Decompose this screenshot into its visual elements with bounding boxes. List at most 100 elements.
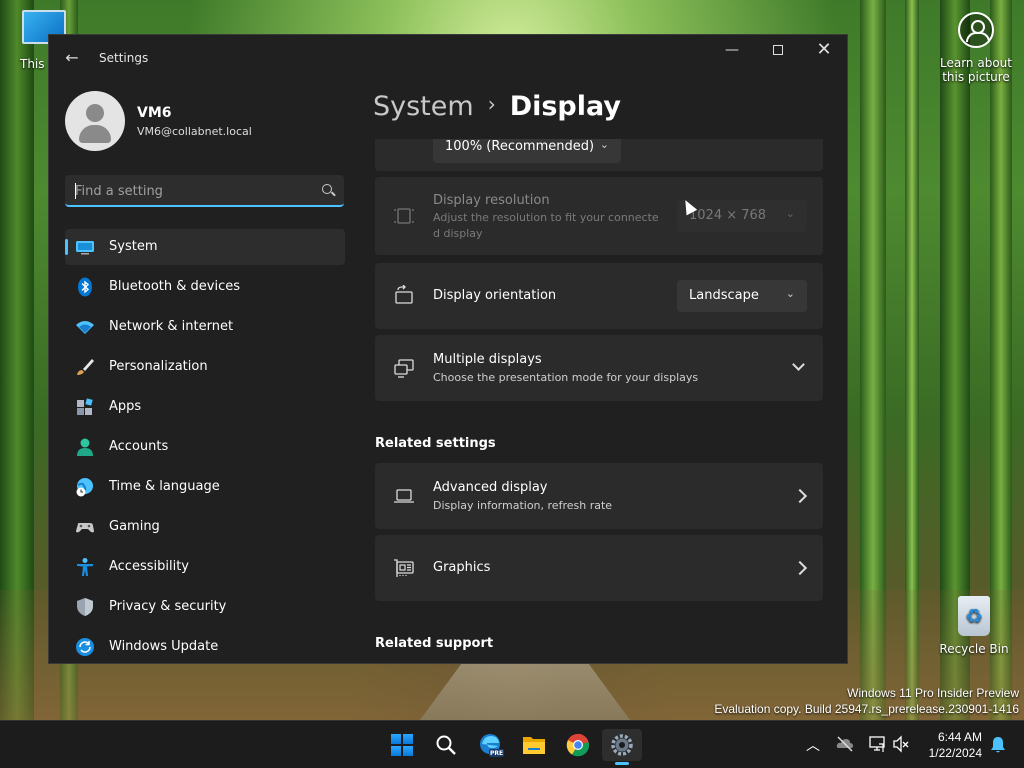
learn-about-picture-icon[interactable]: Learn about this picture <box>936 12 1016 84</box>
show-hidden-icons-chevron-up-icon[interactable]: ︿ <box>806 735 820 755</box>
sidebar-item-time-language[interactable]: Time & language <box>65 469 345 505</box>
graphics-card[interactable]: Graphics <box>375 535 823 601</box>
settings-icon <box>611 734 633 756</box>
multiple-displays-subtitle: Choose the presentation mode for your di… <box>433 371 699 384</box>
shield-icon <box>77 598 93 616</box>
advanced-display-title: Advanced display <box>433 480 548 495</box>
search-box[interactable] <box>65 175 344 207</box>
graphics-card-icon <box>394 559 414 577</box>
chevron-right-icon <box>792 560 808 576</box>
chevron-down-icon: ⌄ <box>785 287 795 300</box>
advanced-display-subtitle: Display information, refresh rate <box>433 499 613 512</box>
search-input[interactable] <box>75 181 305 201</box>
evaluation-watermark: Windows 11 Pro Insider Preview Evaluatio… <box>714 685 1019 717</box>
avatar <box>65 91 125 151</box>
sidebar-item-windows-update[interactable]: Windows Update <box>65 629 345 663</box>
apps-icon <box>77 398 93 415</box>
volume-muted-icon[interactable] <box>892 735 910 753</box>
back-button[interactable]: ← <box>59 47 85 69</box>
chrome-button[interactable] <box>558 729 598 761</box>
onedrive-offline-icon[interactable] <box>836 735 854 753</box>
close-button[interactable]: ✕ <box>801 35 847 67</box>
sidebar-item-label: Time & language <box>109 479 220 494</box>
orientation-icon <box>395 285 413 304</box>
sidebar-item-accounts[interactable]: Accounts <box>65 429 345 465</box>
edge-beta-button[interactable]: PRE <box>470 729 510 761</box>
sidebar-item-bluetooth[interactable]: Bluetooth & devices <box>65 269 345 305</box>
update-icon <box>76 638 94 656</box>
wifi-icon <box>76 321 94 334</box>
search-icon <box>436 735 456 755</box>
breadcrumb-separator: › <box>487 92 496 116</box>
file-explorer-button[interactable] <box>514 729 554 761</box>
sidebar-item-accessibility[interactable]: Accessibility <box>65 549 345 585</box>
sidebar-item-label: Gaming <box>109 519 160 534</box>
app-title: Settings <box>99 51 149 65</box>
sidebar-item-gaming[interactable]: Gaming <box>65 509 345 545</box>
breadcrumb-parent[interactable]: System <box>373 91 474 122</box>
related-settings-heading: Related settings <box>375 436 496 451</box>
maximize-icon <box>773 45 783 55</box>
display-orientation-card: Display orientation Landscape ⌄ <box>375 263 823 329</box>
clock-date: 1/22/2024 <box>928 746 982 760</box>
monitor-icon <box>76 241 94 255</box>
display-orientation-title: Display orientation <box>433 288 557 303</box>
start-button[interactable] <box>382 729 422 761</box>
bluetooth-icon <box>78 277 92 297</box>
chevron-right-icon <box>792 488 808 504</box>
maximize-button[interactable] <box>755 35 801 67</box>
sidebar-item-label: Accessibility <box>109 559 189 574</box>
notification-bell-icon[interactable] <box>990 736 1006 754</box>
display-resolution-card: Display resolution Adjust the resolution… <box>375 177 823 255</box>
breadcrumb: System › Display <box>373 91 621 122</box>
resolution-dropdown[interactable]: 1024 × 768 ⌄ <box>677 200 807 232</box>
multiple-displays-card[interactable]: Multiple displays Choose the presentatio… <box>375 335 823 401</box>
sidebar-item-network[interactable]: Network & internet <box>65 309 345 345</box>
settings-taskbar-button[interactable] <box>602 729 642 765</box>
clock[interactable]: 6:44 AM 1/22/2024 <box>929 729 982 761</box>
globe-clock-icon <box>76 478 93 497</box>
text-caret <box>75 183 76 199</box>
orientation-value: Landscape <box>689 288 759 303</box>
taskbar-search-button[interactable] <box>426 729 466 761</box>
watermark-line-2: Evaluation copy. Build 25947.rs_prerelea… <box>714 702 1019 716</box>
scale-dropdown[interactable]: 100% (Recommended) ⌄ <box>433 139 621 163</box>
page-title: Display <box>509 91 621 122</box>
sidebar-item-label: Privacy & security <box>109 599 227 614</box>
display-resolution-title: Display resolution <box>433 193 550 208</box>
sidebar-item-label: Accounts <box>109 439 169 454</box>
person-icon <box>77 438 93 456</box>
accessibility-icon <box>77 558 93 576</box>
multiple-displays-title: Multiple displays <box>433 352 542 367</box>
file-explorer-icon <box>523 737 545 754</box>
camera-person-icon <box>958 12 994 48</box>
gamepad-icon <box>76 523 94 533</box>
settings-content[interactable]: 100% (Recommended) ⌄ Display resolution … <box>375 139 823 663</box>
sidebar-item-privacy[interactable]: Privacy & security <box>65 589 345 625</box>
network-icon[interactable] <box>868 735 886 753</box>
advanced-display-card[interactable]: Advanced display Display information, re… <box>375 463 823 529</box>
sidebar-item-label: Personalization <box>109 359 208 374</box>
settings-window: ← Settings — ✕ VM6 VM6@collabnet.local S… <box>48 34 848 664</box>
display-resolution-subtitle: Adjust the resolution to fit your connec… <box>433 211 659 240</box>
search-icon[interactable] <box>322 184 332 194</box>
start-icon <box>391 734 413 756</box>
resolution-value: 1024 × 768 <box>689 208 767 223</box>
sidebar-item-label: Apps <box>109 399 142 414</box>
minimize-button[interactable]: — <box>709 35 755 67</box>
chevron-down-icon[interactable] <box>792 358 805 371</box>
system-tray: ︿ <box>800 721 935 768</box>
laptop-icon <box>394 489 414 503</box>
sidebar-item-system[interactable]: System <box>65 229 345 265</box>
sidebar-nav: System Bluetooth & devices Network & int… <box>65 229 345 663</box>
orientation-dropdown[interactable]: Landscape ⌄ <box>677 280 807 312</box>
sidebar-item-personalization[interactable]: Personalization <box>65 349 345 385</box>
user-name: VM6 <box>137 105 172 121</box>
brush-icon <box>77 359 94 375</box>
sidebar-item-label: System <box>109 239 158 254</box>
title-bar[interactable]: ← Settings — ✕ <box>49 35 847 81</box>
recycle-bin-desktop-icon[interactable]: ♻ Recycle Bin <box>930 596 1018 656</box>
edge-pre-badge: PRE <box>490 750 504 757</box>
recycle-bin-label: Recycle Bin <box>939 642 1009 656</box>
sidebar-item-apps[interactable]: Apps <box>65 389 345 425</box>
